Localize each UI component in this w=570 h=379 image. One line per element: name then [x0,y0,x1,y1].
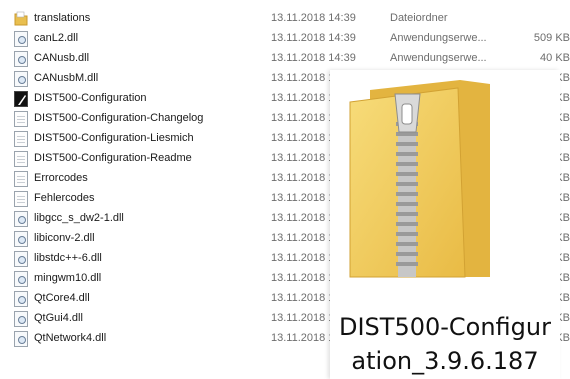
dll-file-icon [14,251,28,267]
dll-file-icon [14,211,28,227]
file-date: 13.11.2018 1 [271,92,335,104]
file-name: Fehlercodes [34,192,95,204]
text-file-icon [14,131,28,147]
file-name: DIST500-Configuration [34,92,147,104]
file-date: 13.11.2018 1 [271,172,335,184]
file-date: 13.11.2018 1 [271,272,335,284]
text-file-icon [14,171,28,187]
zip-preview-overlay: DIST500-Configuration_3.9.6.187 [330,70,560,379]
dll-file-icon [14,71,28,87]
text-file-icon [14,111,28,127]
file-date: 13.11.2018 1 [271,112,335,124]
dll-file-icon [14,331,28,347]
file-name: libgcc_s_dw2-1.dll [34,212,124,224]
file-date: 13.11.2018 1 [271,232,335,244]
file-name: libiconv-2.dll [34,232,95,244]
file-name: QtGui4.dll [34,312,83,324]
text-file-icon [14,151,28,167]
file-row[interactable]: CANusb.dll 13.11.2018 14:39 Anwendungserwe… [0,49,570,69]
dll-file-icon [14,31,28,47]
file-date: 13.11.2018 1 [271,252,335,264]
dll-file-icon [14,291,28,307]
file-name: CANusbM.dll [34,72,99,84]
dll-file-icon [14,271,28,287]
file-type: Dateiordner [390,12,448,24]
file-date: 13.11.2018 1 [271,332,335,344]
file-date: 13.11.2018 14:39 [271,52,356,64]
file-row[interactable]: translations 13.11.2018 14:39 Dateiordner [0,9,570,29]
dll-file-icon [14,231,28,247]
file-row[interactable]: canL2.dll 13.11.2018 14:39 Anwendungserwe.… [0,29,570,49]
application-icon [14,91,28,107]
file-name: Errorcodes [34,172,88,184]
file-date: 13.11.2018 1 [271,212,335,224]
folder-icon [14,11,28,27]
file-name: canL2.dll [34,32,79,44]
file-date: 13.11.2018 14:39 [271,32,356,44]
zip-folder-icon [349,80,490,278]
file-name: translations [34,12,91,24]
file-name: DIST500-Configuration-Changelog [34,112,204,124]
file-date: 13.11.2018 1 [271,72,335,84]
text-file-icon [14,191,28,207]
file-date: 13.11.2018 1 [271,312,335,324]
file-date: 13.11.2018 1 [271,192,335,204]
file-date: 13.11.2018 1 [271,132,335,144]
file-type: Anwendungserwe... [390,32,487,44]
file-name: QtNetwork4.dll [34,332,107,344]
file-name: QtCore4.dll [34,292,90,304]
file-name: DIST500-Configuration-Liesmich [34,132,194,144]
file-date: 13.11.2018 1 [271,292,335,304]
file-size: 509 KB [533,32,570,44]
file-date: 13.11.2018 14:39 [271,12,356,24]
dll-file-icon [14,311,28,327]
file-size: 40 KB [540,52,570,64]
file-name: mingwm10.dll [34,272,102,284]
file-name: libstdc++-6.dll [34,252,102,264]
file-name: CANusb.dll [34,52,90,64]
file-date: 13.11.2018 1 [271,152,335,164]
file-type: Anwendungserwe... [390,52,487,64]
zip-file-label: DIST500-Configuration_3.9.6.187 [338,313,551,375]
file-name: DIST500-Configuration-Readme [34,152,192,164]
dll-file-icon [14,51,28,67]
